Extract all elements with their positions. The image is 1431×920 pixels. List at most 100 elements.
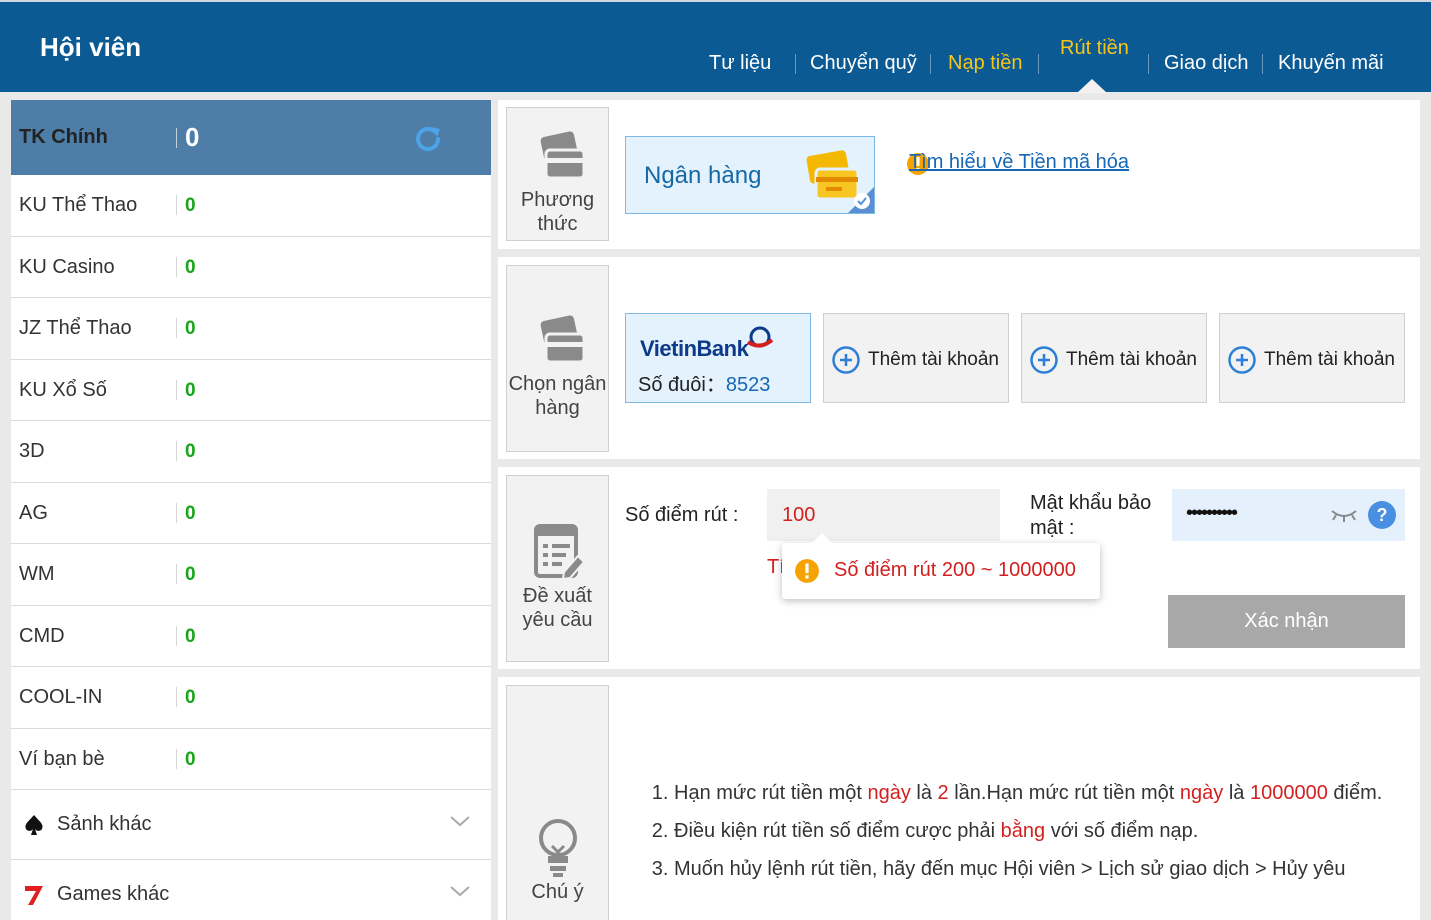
method-tag-label: Phương thức <box>520 189 595 235</box>
nav-giao-dich[interactable]: Giao dịch <box>1164 52 1249 75</box>
account-row: WM 0 <box>11 544 491 606</box>
group-row-games-khac[interactable]: Games khác <box>11 860 491 920</box>
nav-separator <box>930 54 931 74</box>
account-row: Ví bạn bè 0 <box>11 729 491 790</box>
note-text: với số điểm nạp. <box>1045 820 1199 842</box>
nav-rut-tien[interactable]: Rút tiền <box>1060 37 1129 60</box>
help-icon[interactable]: ? <box>1367 500 1397 530</box>
nav-khuyen-mai[interactable]: Khuyến mãi <box>1278 52 1384 75</box>
svg-text:?: ? <box>1377 505 1388 525</box>
divider <box>176 502 177 523</box>
add-account-button[interactable]: Thêm tài khoản <box>1021 313 1207 403</box>
tooltip-text: Số điểm rút 200 ~ 1000000 <box>834 559 1076 581</box>
tooltip-arrow <box>812 533 832 543</box>
note-text: Hạn mức rút tiền một <box>674 782 868 804</box>
account-name: AG <box>19 501 48 524</box>
bank-panel: Chọn ngân hàng VietinBank Số đuôi：8523 T… <box>498 257 1420 459</box>
account-name: JZ Thể Thao <box>19 317 132 339</box>
divider <box>176 441 177 461</box>
warning-icon <box>795 559 819 583</box>
account-name: KU Casino <box>19 255 115 278</box>
note-highlight: 1000000 <box>1249 782 1328 804</box>
group-name: Games khác <box>57 883 170 905</box>
password-label: Mật khẩu bảo mật : <box>1030 492 1152 539</box>
page-title: Hội viên <box>40 32 142 62</box>
account-name: 3D <box>19 440 45 462</box>
add-account-button[interactable]: Thêm tài khoản <box>823 313 1009 403</box>
amount-input[interactable]: 100 <box>767 489 1000 541</box>
method-tag: Phương thức <box>506 107 609 241</box>
note-highlight: 2 <box>937 782 949 804</box>
refresh-icon[interactable] <box>411 122 445 156</box>
seven-icon <box>25 886 43 905</box>
chevron-down-icon <box>450 886 470 897</box>
add-account-label: Thêm tài khoản <box>868 349 999 371</box>
account-row: AG 0 <box>11 483 491 544</box>
request-tag-label: Đề xuất yêu cầu <box>522 585 593 631</box>
notes-tag-label: Chú ý <box>531 881 584 903</box>
account-suffix: Số đuôi：8523 <box>638 368 770 397</box>
note-item: Muốn hủy lệnh rút tiền, hãy đến mục Hội … <box>674 853 1398 886</box>
account-balance: 0 <box>185 441 196 462</box>
note-text: Điều kiện rút tiền số điểm cược phải <box>674 820 1001 842</box>
spade-icon <box>25 815 43 835</box>
confirm-button[interactable]: Xác nhận <box>1168 595 1405 648</box>
add-account-content: Thêm tài khoản <box>1228 346 1395 374</box>
amount-range-tooltip: Số điểm rút 200 ~ 1000000 <box>782 533 1100 599</box>
divider <box>176 256 177 277</box>
method-option-label: Ngân hàng <box>644 162 762 189</box>
nav-chuyen-quy[interactable]: Chuyển quỹ <box>810 52 917 75</box>
account-name: CMD <box>19 624 65 647</box>
method-bank-option[interactable]: Ngân hàng <box>625 136 875 214</box>
top-header: Hội viên Tư liệu Chuyển quỹ Nạp tiền Rút… <box>0 0 1431 93</box>
add-account-label: Thêm tài khoản <box>1066 349 1197 371</box>
divider <box>176 564 177 584</box>
vietinbank-logo: VietinBank <box>640 336 749 361</box>
account-balance: 0 <box>185 625 196 647</box>
note-text: lần.Hạn mức rút tiền một <box>948 782 1180 804</box>
account-balance: 0 <box>185 195 196 216</box>
nav-nap-tien[interactable]: Nạp tiền <box>948 52 1023 75</box>
plus-circle-icon <box>832 346 860 374</box>
bank-tag: Chọn ngân hàng <box>506 265 609 452</box>
bank-account-vietinbank[interactable]: VietinBank Số đuôi：8523 <box>625 313 811 403</box>
nav-tu-lieu[interactable]: Tư liệu <box>709 52 771 75</box>
account-row: CMD 0 <box>11 606 491 667</box>
add-account-button[interactable]: Thêm tài khoản <box>1219 313 1405 403</box>
account-name: COOL-IN <box>19 686 103 708</box>
note-highlight: ngày <box>867 782 911 804</box>
account-row: JZ Thể Thao 0 <box>11 298 491 360</box>
account-suffix-value: 8523 <box>725 374 771 396</box>
add-account-content: Thêm tài khoản <box>832 346 999 374</box>
card-icon <box>540 315 585 364</box>
account-name: KU Xổ Số <box>19 378 107 401</box>
notes-tag: Chú ý <box>506 685 609 920</box>
note-text: là <box>910 782 938 804</box>
add-account-content: Thêm tài khoản <box>1030 346 1197 374</box>
method-panel: Phương thức Ngân hàng Tìm hiểu về Tiền m… <box>498 100 1420 249</box>
plus-circle-icon <box>1228 346 1256 374</box>
account-balance: 0 <box>185 256 196 278</box>
account-row: KU Casino 0 <box>11 237 491 298</box>
eye-closed-icon[interactable] <box>1330 505 1358 525</box>
group-name: Sảnh khác <box>57 813 152 835</box>
note-highlight: bằng <box>1000 820 1046 842</box>
group-row-sanh-khac[interactable]: Sảnh khác <box>11 790 491 860</box>
amount-label: Số điểm rút : <box>625 504 739 526</box>
password-input[interactable]: •••••••••• ? <box>1172 489 1405 541</box>
crypto-info-link[interactable]: Tìm hiểu về Tiền mã hóa <box>904 150 1134 175</box>
wallet-sidebar: TK Chính 0 KU Thể Thao 0 KU Casino 0 JZ Th… <box>11 100 491 920</box>
vietinbank-logo-mark <box>746 326 774 348</box>
divider <box>176 195 177 215</box>
divider <box>176 687 177 707</box>
request-panel: Đề xuất yêu cầu Số điểm rút : 100 Tí Mật… <box>498 467 1420 669</box>
account-name: WM <box>19 563 55 585</box>
account-name: KU Thể Thao <box>19 194 138 216</box>
account-row: COOL-IN 0 <box>11 667 491 729</box>
note-text: điểm. <box>1327 782 1383 804</box>
nav-separator <box>795 54 796 74</box>
bank-tag-label: Chọn ngân hàng <box>508 373 607 419</box>
account-balance: 0 <box>185 564 196 585</box>
nav-separator <box>1148 54 1149 74</box>
request-tag: Đề xuất yêu cầu <box>506 475 609 662</box>
